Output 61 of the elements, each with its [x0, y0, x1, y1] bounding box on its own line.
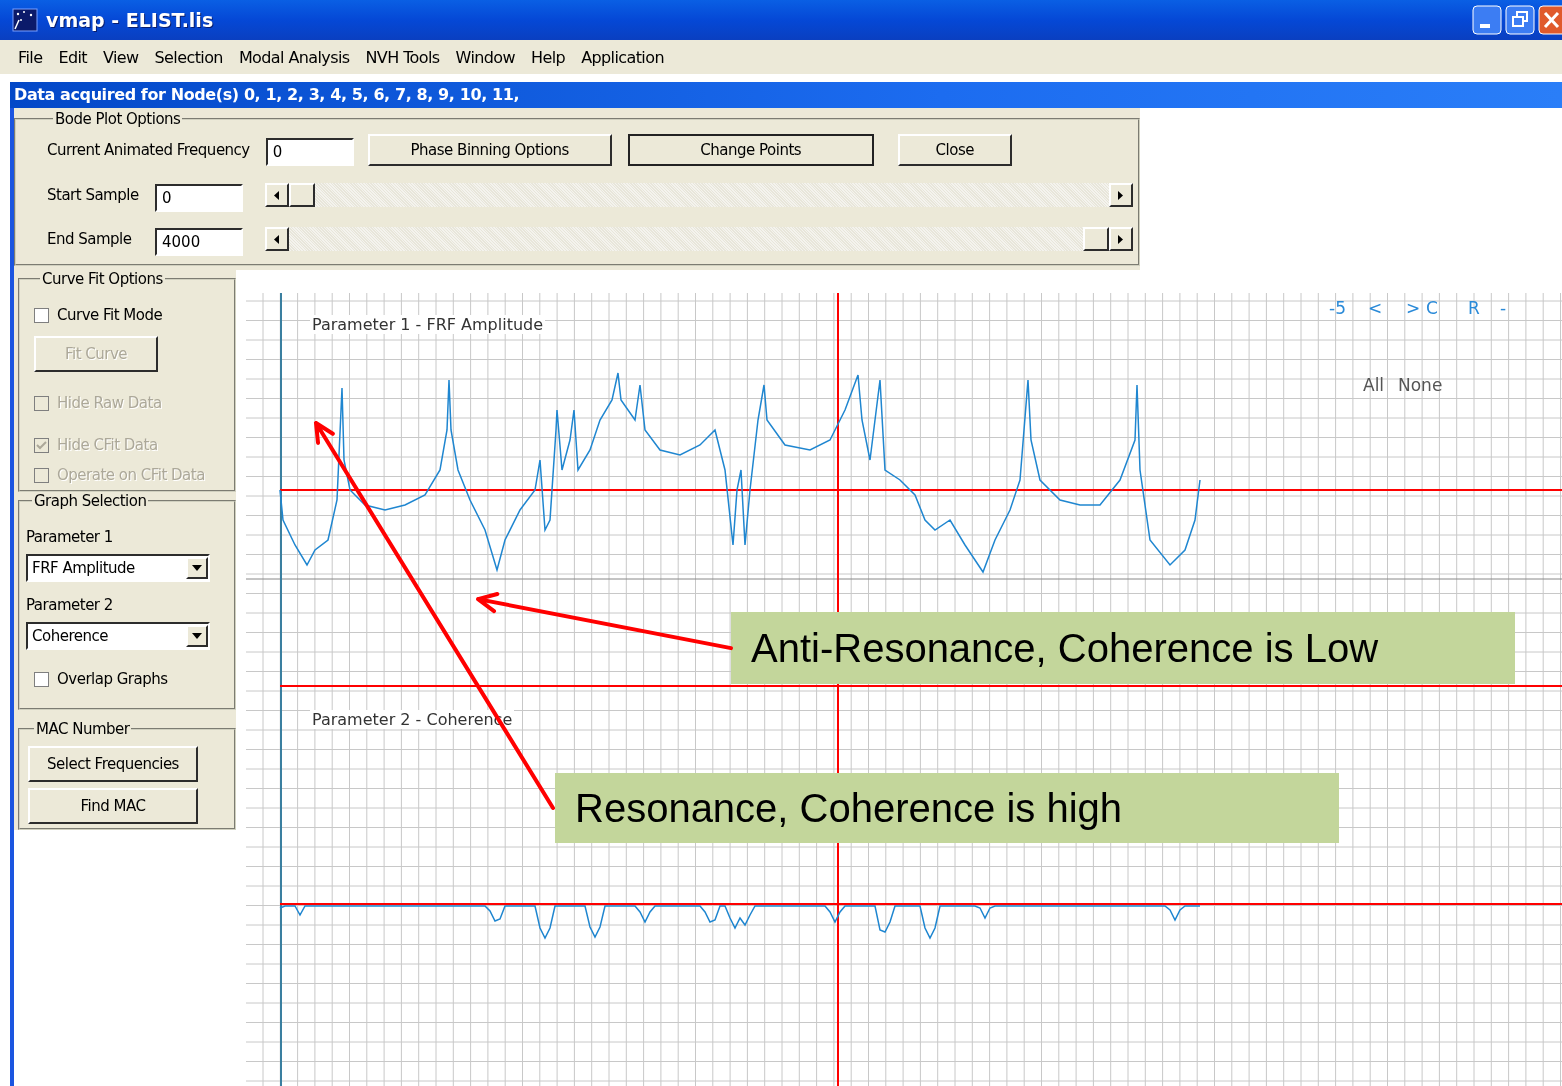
input-field[interactable]: 0: [155, 184, 243, 212]
menu-item[interactable]: View: [94, 44, 147, 70]
scroll-thumb[interactable]: [1083, 227, 1109, 251]
push-button[interactable]: Find MAC: [28, 788, 198, 824]
close-button[interactable]: [1538, 5, 1562, 35]
scroll-right-button[interactable]: [1109, 227, 1133, 251]
field-label: Parameter 2: [26, 596, 114, 614]
menu-item[interactable]: File: [10, 44, 51, 70]
callout-box: Anti-Resonance, Coherence is Low: [731, 612, 1515, 684]
selection-link[interactable]: All: [1363, 375, 1385, 395]
menu-item[interactable]: Edit: [50, 44, 95, 70]
menu-item[interactable]: Modal Analysis: [230, 44, 358, 70]
menu-item[interactable]: Window: [447, 44, 524, 70]
checkbox[interactable]: Overlap Graphs: [34, 670, 234, 688]
minimize-button[interactable]: [1472, 5, 1502, 35]
scroll-thumb[interactable]: [289, 183, 315, 207]
caret-icon: [192, 565, 202, 571]
push-button[interactable]: Change Points: [627, 134, 874, 166]
graph-nav-button[interactable]: R: [1468, 298, 1480, 318]
graph-nav-button[interactable]: >: [1406, 298, 1421, 318]
menu-item[interactable]: Selection: [146, 44, 231, 70]
graph-title: Parameter 1 - FRF Amplitude: [310, 315, 546, 334]
status-text: Data acquired for Node(s) 0, 1, 2, 3, 4, 5, 6, 7, 8, 9, 10, 11,: [13, 84, 521, 106]
input-field[interactable]: 4000: [155, 228, 243, 256]
checkbox[interactable]: Curve Fit Mode: [34, 306, 234, 324]
field-label: Start Sample: [47, 186, 140, 204]
scroll-left-button[interactable]: [265, 183, 289, 207]
scroll-left-button[interactable]: [265, 227, 289, 251]
scrollbar[interactable]: [265, 183, 1133, 207]
push-button[interactable]: Close: [897, 134, 1012, 166]
menu-item[interactable]: NVH Tools: [357, 44, 448, 70]
left-arrow-icon: [274, 190, 280, 200]
scroll-right-button[interactable]: [1109, 183, 1133, 207]
graph-nav-button[interactable]: -5: [1329, 298, 1346, 318]
group-title: Curve Fit Options: [40, 270, 165, 288]
app-icon: [12, 8, 38, 32]
graph-nav-button[interactable]: <: [1368, 298, 1383, 318]
push-button[interactable]: Select Frequencies: [28, 746, 198, 782]
caret-icon: [192, 633, 202, 639]
field-label: End Sample: [47, 230, 133, 248]
menu-item[interactable]: Help: [523, 44, 574, 70]
checkmark-icon: [35, 438, 48, 452]
left-arrow-icon: [274, 234, 280, 244]
dropdown[interactable]: FRF Amplitude: [26, 554, 210, 582]
scrollbar[interactable]: [265, 227, 1133, 251]
graph-nav-button[interactable]: -: [1500, 298, 1507, 318]
group-title: Bode Plot Options: [53, 110, 183, 128]
menu-item[interactable]: Application: [573, 44, 672, 70]
right-arrow-icon: [1118, 190, 1124, 200]
input-field[interactable]: 0: [265, 138, 354, 166]
right-arrow-icon: [1118, 234, 1124, 244]
restore-button[interactable]: [1505, 5, 1535, 35]
field-label: Current Animated Frequency: [47, 141, 250, 159]
callout-box: Resonance, Coherence is high: [555, 773, 1339, 843]
field-label: Parameter 1: [26, 528, 114, 546]
graph-nav-button[interactable]: C: [1426, 298, 1438, 318]
group-title: Graph Selection: [32, 492, 149, 510]
dropdown[interactable]: Coherence: [26, 622, 210, 650]
push-button[interactable]: Phase Binning Options: [367, 134, 612, 166]
window-title: vmap - ELIST.lis: [46, 9, 214, 31]
selection-link[interactable]: None: [1398, 375, 1443, 395]
